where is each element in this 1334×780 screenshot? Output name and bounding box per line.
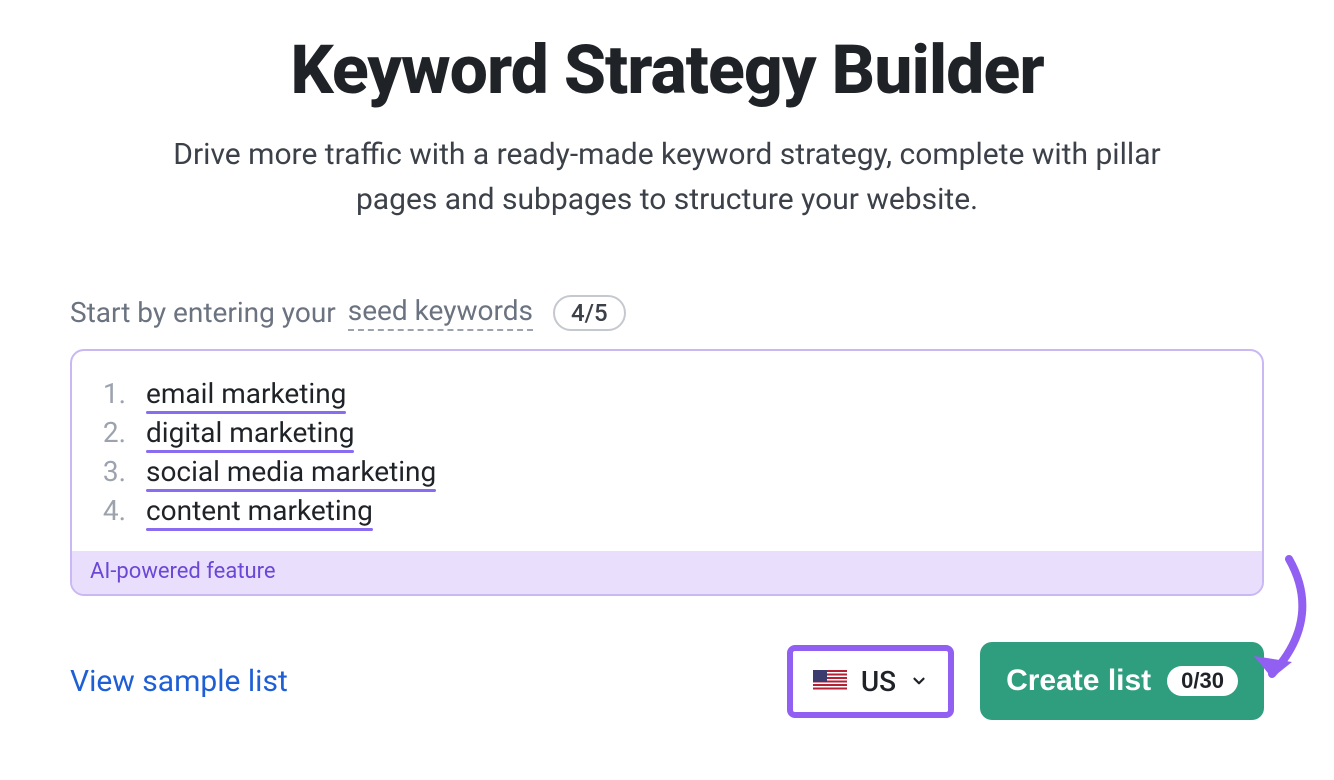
keyword-text[interactable]: email marketing [146, 377, 346, 410]
keyword-count-badge: 4/5 [553, 295, 626, 331]
country-label: US [861, 665, 896, 698]
chevron-down-icon [910, 672, 928, 690]
seed-keyword-input[interactable]: 1. email marketing 2. digital marketing … [72, 351, 1262, 551]
list-number: 2. [98, 416, 126, 449]
create-list-count-badge: 0/30 [1167, 666, 1238, 696]
us-flag-icon [813, 670, 847, 692]
keyword-text[interactable]: social media marketing [146, 455, 436, 488]
list-item: 3. social media marketing [98, 455, 1236, 488]
list-number: 4. [98, 494, 126, 527]
create-list-button[interactable]: Create list 0/30 [980, 642, 1264, 720]
list-item: 2. digital marketing [98, 416, 1236, 449]
page-title: Keyword Strategy Builder [70, 30, 1264, 110]
footer-row: View sample list US Create list 0/30 [70, 642, 1264, 720]
ai-feature-label: AI-powered feature [72, 551, 1262, 594]
seed-keyword-input-card: 1. email marketing 2. digital marketing … [70, 349, 1264, 596]
keyword-list: 1. email marketing 2. digital marketing … [98, 377, 1236, 527]
seed-keywords-link[interactable]: seed keywords [348, 294, 533, 331]
keyword-text[interactable]: digital marketing [146, 416, 354, 449]
page-subtitle: Drive more traffic with a ready-made key… [147, 132, 1187, 222]
view-sample-list-link[interactable]: View sample list [70, 664, 288, 699]
list-number: 3. [98, 455, 126, 488]
prompt-prefix: Start by entering your [70, 296, 336, 329]
keyword-text[interactable]: content marketing [146, 494, 373, 527]
list-item: 4. content marketing [98, 494, 1236, 527]
country-select[interactable]: US [787, 645, 954, 718]
prompt-row: Start by entering your seed keywords 4/5 [70, 294, 1264, 331]
list-item: 1. email marketing [98, 377, 1236, 410]
list-number: 1. [98, 377, 126, 410]
create-list-label: Create list [1006, 664, 1151, 698]
footer-controls: US Create list 0/30 [787, 642, 1264, 720]
